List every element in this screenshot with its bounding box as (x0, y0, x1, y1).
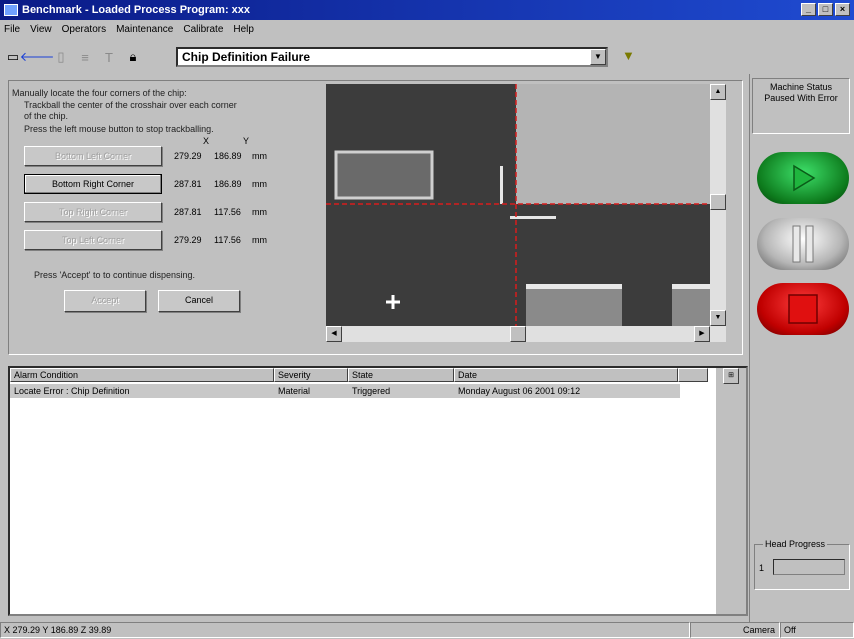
machine-status: Machine Status Paused With Error (752, 78, 850, 134)
fiducial-horizontal (510, 216, 556, 219)
mode-status: Off (780, 622, 854, 638)
column-severity[interactable]: Severity (274, 368, 348, 382)
accept-instruction: Press 'Accept' to to continue dispensing… (34, 270, 196, 280)
alarm-state-cell: Triggered (352, 386, 391, 396)
cancel-button[interactable]: Cancel (158, 290, 240, 312)
x-column-header: X (203, 136, 210, 146)
pad-left (334, 150, 434, 200)
back-arrow-icon[interactable]: 🡐 (20, 48, 55, 66)
alarm-list[interactable]: Alarm Condition Severity State Date Loca… (8, 366, 748, 616)
head-progress-label: Head Progress (763, 539, 828, 549)
bottom-right-x: 287.81 (174, 179, 202, 189)
bottom-left-unit: mm (252, 151, 267, 161)
app-icon (4, 4, 18, 16)
menu-calibrate[interactable]: Calibrate (183, 24, 223, 35)
scroll-right-icon[interactable]: ▶ (694, 326, 710, 342)
head-progress-number: 1 (759, 563, 765, 573)
camera-status: Camera (690, 622, 780, 638)
alarm-severity-cell: Material (278, 386, 311, 396)
head-progress-bar (773, 559, 845, 575)
column-date[interactable]: Date (454, 368, 678, 382)
pause-button[interactable] (757, 218, 849, 270)
status-bar: X 279.29 Y 186.89 Z 39.89 Camera Off (0, 622, 854, 639)
bottom-right-unit: mm (252, 179, 267, 189)
camera-view[interactable] (326, 84, 710, 326)
instruction-line-3: of the chip. (24, 111, 69, 121)
accept-button[interactable]: Accept (64, 290, 146, 312)
menu-help[interactable]: Help (233, 24, 254, 35)
pad-bottom (526, 284, 622, 326)
instruction-line-1: Manually locate the four corners of the … (12, 88, 187, 98)
bottom-left-corner-button[interactable]: Bottom Left Corner (24, 146, 162, 166)
scroll-down-icon[interactable]: ▼ (710, 310, 726, 326)
stop-button[interactable] (757, 283, 849, 335)
bottom-right-corner-button[interactable]: Bottom Right Corner (24, 174, 162, 194)
scroll-up-icon[interactable]: ▲ (710, 84, 726, 100)
instruction-line-2: Trackball the center of the crosshair ov… (24, 100, 237, 110)
camera-horizontal-scrollbar[interactable]: ◀ ▶ (326, 326, 726, 342)
coordinates-readout: X 279.29 Y 186.89 Z 39.89 (0, 622, 690, 638)
top-right-y: 117.56 (214, 207, 241, 217)
bottom-right-y: 186.89 (214, 179, 242, 189)
fiducial-vertical (500, 166, 503, 204)
menu-bar: File View Operators Maintenance Calibrat… (0, 21, 854, 38)
maximize-button[interactable]: □ (818, 3, 833, 16)
page-icon[interactable]: ▯ (52, 48, 70, 66)
bottom-left-y: 186.89 (214, 151, 242, 161)
pad-bottom-right (672, 284, 710, 326)
top-right-corner-button[interactable]: Top Right Corner (24, 202, 162, 222)
alarm-date-cell: Monday August 06 2001 09:12 (458, 386, 581, 396)
pad-bottom-right-edge (672, 284, 710, 289)
filter-icon[interactable]: ▼ (622, 48, 635, 63)
alarm-list-header: Alarm Condition Severity State Date (10, 368, 730, 382)
play-icon (793, 164, 816, 192)
stop-icon (788, 294, 818, 324)
title-bar: Benchmark - Loaded Process Program: xxx … (0, 0, 854, 20)
scroll-left-icon[interactable]: ◀ (326, 326, 342, 342)
machine-status-value: Paused With Error (764, 93, 838, 103)
y-column-header: Y (243, 136, 250, 146)
chevron-down-icon[interactable]: ▼ (590, 49, 606, 65)
alarm-combo[interactable]: Chip Definition Failure ▼ (176, 47, 608, 67)
minimize-button[interactable]: _ (801, 3, 816, 16)
menu-view[interactable]: View (30, 24, 52, 35)
top-left-corner-button[interactable]: Top Left Corner (24, 230, 162, 250)
tool-icon[interactable]: T (100, 48, 118, 66)
alarm-condition-cell: Locate Error : Chip Definition (14, 386, 130, 396)
menu-operators[interactable]: Operators (62, 24, 106, 35)
top-left-unit: mm (252, 235, 267, 245)
pause-icon (792, 225, 814, 263)
bottom-left-x: 279.29 (174, 151, 202, 161)
machine-status-title: Machine Status (769, 82, 833, 92)
resize-grip-icon[interactable]: ⊞ (723, 368, 739, 384)
stack-icon[interactable]: ≡ (76, 48, 94, 66)
alarm-list-scrollbar[interactable]: ⊞ (716, 368, 746, 614)
table-row[interactable]: Locate Error : Chip Definition Material … (10, 384, 680, 398)
camera-vertical-scrollbar[interactable]: ▲ ▼ (710, 84, 726, 326)
lock-icon[interactable]: 🔒︎ (124, 48, 142, 66)
alarm-combo-value: Chip Definition Failure (182, 50, 310, 64)
top-right-unit: mm (252, 207, 267, 217)
head-progress: Head Progress 1 (754, 539, 850, 590)
column-state[interactable]: State (348, 368, 454, 382)
start-button[interactable] (757, 152, 849, 204)
camera-image (326, 84, 710, 326)
menu-maintenance[interactable]: Maintenance (116, 24, 173, 35)
column-filler (678, 368, 708, 382)
close-button[interactable]: × (835, 3, 850, 16)
scroll-thumb-horizontal[interactable] (510, 326, 526, 342)
top-left-y: 117.56 (214, 235, 241, 245)
scroll-thumb-vertical[interactable] (710, 194, 726, 210)
column-alarm-condition[interactable]: Alarm Condition (10, 368, 274, 382)
cursor-cross-icon (386, 295, 400, 309)
instruction-line-4: Press the left mouse button to stop trac… (24, 124, 214, 134)
pad-bottom-edge (526, 284, 622, 289)
menu-file[interactable]: File (4, 24, 20, 35)
window-title: Benchmark - Loaded Process Program: xxx (22, 4, 251, 16)
top-left-x: 279.29 (174, 235, 202, 245)
top-right-x: 287.81 (174, 207, 202, 217)
chip-surface (516, 84, 710, 204)
